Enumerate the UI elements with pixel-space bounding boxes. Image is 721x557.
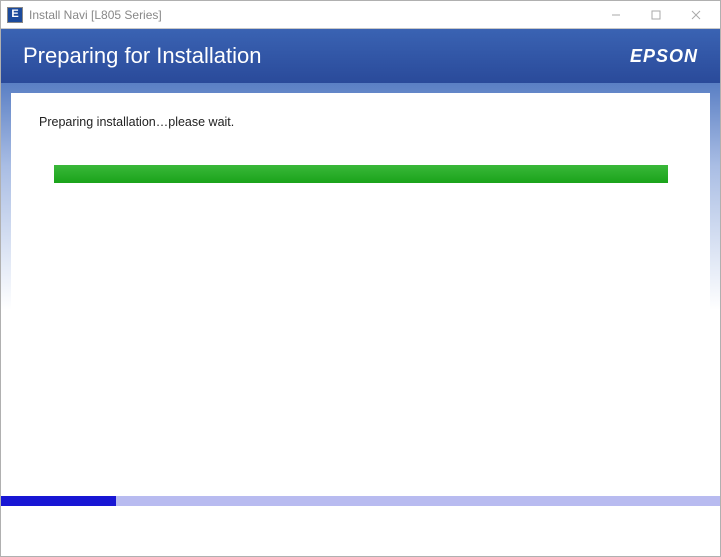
app-icon: E <box>7 7 23 23</box>
brand-logo: EPSON <box>630 46 698 67</box>
body-area: Preparing installation…please wait. <box>1 83 720 496</box>
banner: Preparing for Installation EPSON <box>1 29 720 83</box>
titlebar: E Install Navi [L805 Series] <box>1 1 720 29</box>
minimize-button[interactable] <box>596 4 636 26</box>
maximize-button[interactable] <box>636 4 676 26</box>
installer-window: E Install Navi [L805 Series] Preparing f… <box>0 0 721 557</box>
window-controls <box>596 4 716 26</box>
overall-progress-bar <box>1 496 720 506</box>
window-title: Install Navi [L805 Series] <box>29 8 162 22</box>
task-progress-fill <box>54 165 668 183</box>
status-text: Preparing installation…please wait. <box>39 115 682 129</box>
overall-progress-fill <box>1 496 116 506</box>
close-button[interactable] <box>676 4 716 26</box>
task-progress-bar <box>54 165 668 183</box>
content-card: Preparing installation…please wait. <box>11 93 710 486</box>
page-title: Preparing for Installation <box>23 43 630 69</box>
footer-spacer <box>1 506 720 556</box>
